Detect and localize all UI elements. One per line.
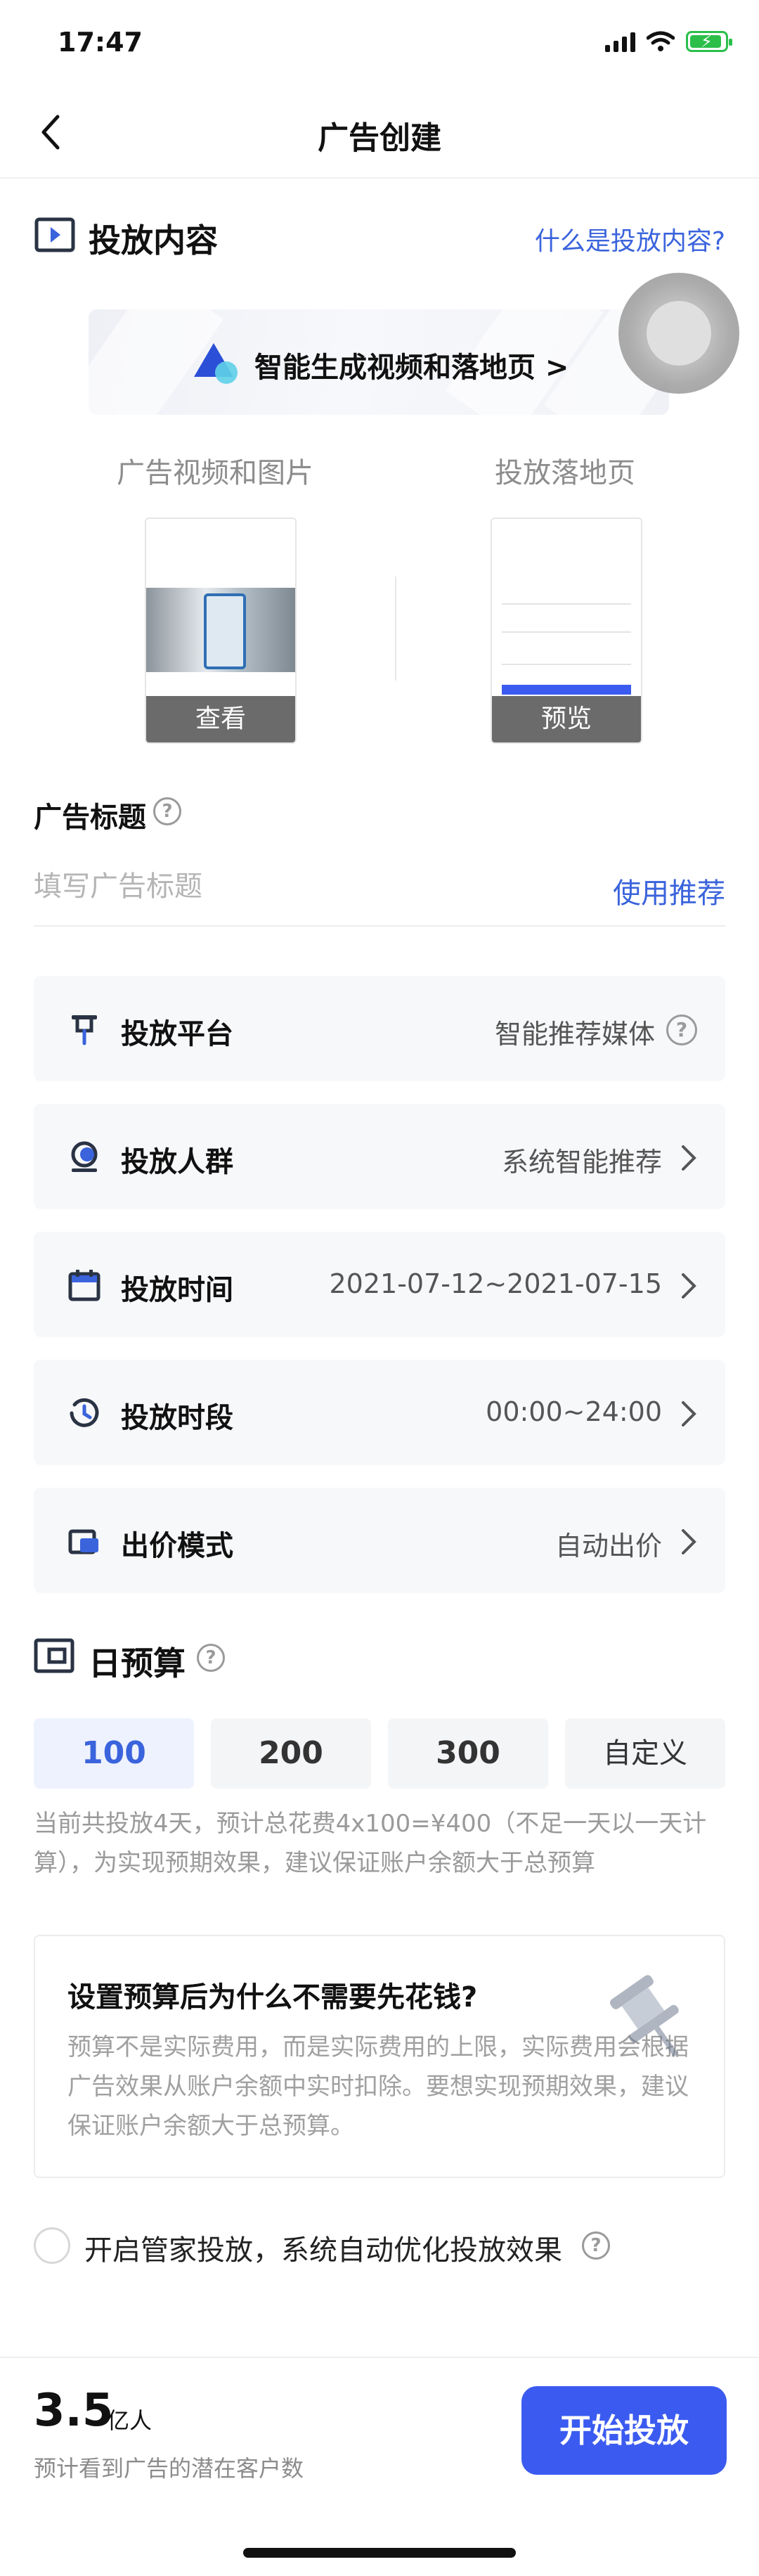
setting-row-schedule[interactable]: 投放时间 2021-07-12~2021-07-15 (34, 1232, 725, 1337)
setting-value: 智能推荐媒体 (494, 1019, 655, 1050)
banner-text: 智能生成视频和落地页 > (254, 352, 569, 384)
setting-value: 00:00~24:00 (486, 1396, 662, 1427)
budget-note: 当前共投放4天，预计总花费4x100=¥400（不足一天以一天计算），为实现预期… (34, 1810, 707, 1877)
chevron-right-icon (682, 1529, 696, 1554)
setting-label: 投放时间 (121, 1274, 233, 1306)
setting-label: 投放人群 (121, 1146, 233, 1178)
bid-icon (68, 1529, 98, 1554)
start-campaign-button[interactable]: 开始投放 (521, 2386, 727, 2475)
media-thumbnail[interactable]: 查看 (145, 517, 297, 744)
setting-row-platform[interactable]: 投放平台 智能推荐媒体 ? (34, 976, 725, 1081)
use-recommend-link[interactable]: 使用推荐 (613, 870, 725, 911)
ad-title-label-text: 广告标题 (34, 801, 146, 834)
content-help-link[interactable]: 什么是投放内容? (535, 221, 725, 257)
column-divider (395, 577, 396, 681)
smart-generate-banner[interactable]: 智能生成视频和落地页 > (89, 309, 669, 415)
nav-divider (0, 177, 759, 179)
view-media-button[interactable]: 查看 (146, 696, 295, 742)
home-indicator (243, 2548, 516, 2558)
info-card-title: 设置预算后为什么不需要先花钱? (67, 1981, 478, 2014)
budget-info-card: 设置预算后为什么不需要先花钱? 预算不是实际费用，而是实际费用的上限，实际费用会… (34, 1935, 725, 2178)
setting-row-bidding[interactable]: 出价模式 自动出价 (34, 1488, 725, 1593)
reach-description: 预计看到广告的潜在客户数 (34, 2455, 304, 2482)
floating-assistive-button[interactable] (618, 273, 739, 394)
setting-label: 投放时段 (121, 1402, 233, 1434)
media-column-label: 广告视频和图片 (117, 457, 313, 489)
help-icon[interactable]: ? (582, 2232, 610, 2260)
setting-row-timeslot[interactable]: 投放时段 00:00~24:00 (34, 1360, 725, 1465)
wallet-icon (34, 1638, 74, 1673)
budget-title: 日预算 (89, 1644, 186, 1682)
help-icon[interactable]: ? (197, 1644, 225, 1672)
calendar-icon (68, 1270, 100, 1301)
setting-row-audience[interactable]: 投放人群 系统智能推荐 (34, 1104, 725, 1209)
setting-value: 自动出价 (554, 1531, 662, 1561)
pushpin-icon (610, 1975, 679, 2057)
chevron-right-icon (682, 1145, 696, 1171)
video-play-icon (34, 217, 75, 252)
reach-unit: 亿人 (107, 2407, 153, 2434)
chevron-right-icon (682, 1273, 696, 1299)
title-divider (34, 925, 725, 927)
ad-title-label: 广告标题 (34, 794, 146, 835)
video-frame-image (146, 588, 295, 672)
manager-checkbox[interactable] (34, 2227, 70, 2264)
landing-page-thumbnail[interactable]: 预览 (491, 517, 642, 744)
setting-value: 2021-07-12~2021-07-15 (329, 1268, 662, 1299)
reach-value: 3.5 (34, 2385, 114, 2437)
smart-logo-icon (194, 343, 238, 384)
audience-icon (71, 1141, 98, 1172)
chevron-right-icon (682, 1401, 696, 1427)
section-title-content: 投放内容 (89, 221, 218, 259)
clock-icon (70, 1398, 99, 1427)
budget-option-100[interactable]: 100 (34, 1718, 194, 1789)
setting-value: 系统智能推荐 (501, 1147, 662, 1178)
setting-label: 投放平台 (121, 1018, 233, 1050)
page-title: 广告创建 (318, 120, 441, 156)
ad-title-input[interactable] (34, 870, 526, 903)
pin-icon (72, 1015, 97, 1045)
budget-option-custom[interactable]: 自定义 (565, 1718, 725, 1789)
landing-column-label: 投放落地页 (495, 457, 635, 489)
status-time: 17:47 (58, 27, 143, 58)
status-icons: ⚡ (605, 31, 732, 52)
wifi-icon (647, 31, 675, 51)
battery-icon: ⚡ (686, 31, 732, 52)
help-icon[interactable]: ? (666, 1015, 697, 1045)
manager-option-label[interactable]: 开启管家投放，系统自动优化投放效果 (84, 2227, 562, 2268)
help-icon[interactable]: ? (153, 797, 181, 825)
budget-option-300[interactable]: 300 (388, 1718, 548, 1789)
bottom-divider (0, 2357, 759, 2358)
setting-label: 出价模式 (121, 1530, 233, 1562)
budget-option-200[interactable]: 200 (211, 1718, 371, 1789)
preview-landing-button[interactable]: 预览 (492, 696, 641, 742)
signal-icon (605, 31, 635, 52)
